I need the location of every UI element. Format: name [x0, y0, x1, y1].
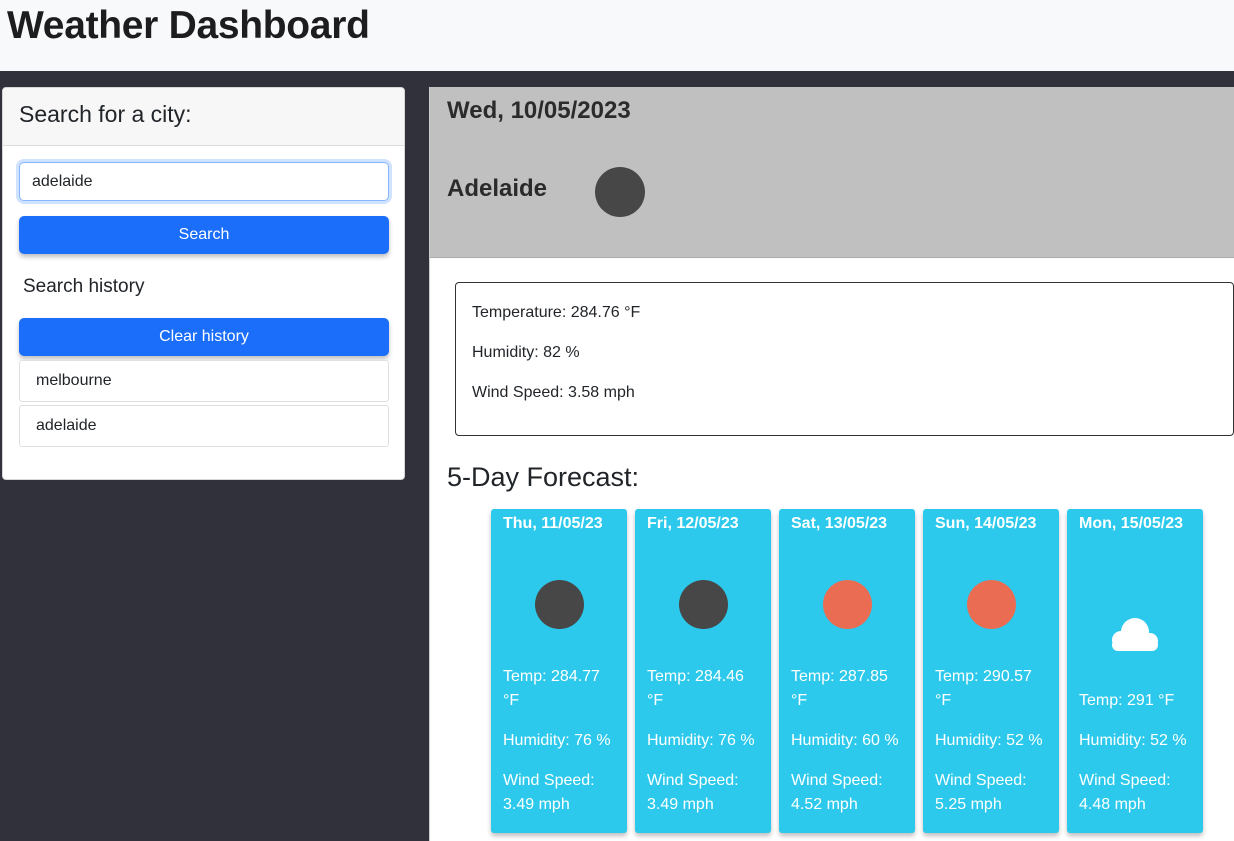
sun-icon: [822, 579, 872, 629]
forecast-humidity: Humidity: 52 %: [1079, 732, 1187, 749]
forecast-date: Sun, 14/05/23: [935, 515, 1037, 532]
forecast-humidity: Humidity: 76 %: [503, 732, 611, 749]
forecast-card: Fri, 12/05/23 Temp: 284.46 °F Humidity: …: [635, 509, 771, 833]
current-city-name: Adelaide: [447, 175, 548, 202]
history-item-adelaide[interactable]: adelaide: [19, 405, 389, 447]
forecast-humidity: Humidity: 60 %: [791, 732, 899, 749]
search-panel: Search for a city: Search Search history…: [2, 87, 405, 480]
forecast-temp: Temp: 291 °F: [1079, 692, 1175, 709]
search-history-list: melbourne adelaide: [19, 360, 389, 450]
search-panel-header: Search for a city:: [3, 88, 404, 146]
forecast-card: Sat, 13/05/23 Temp: 287.85 °F Humidity: …: [779, 509, 915, 833]
search-history-heading: Search history: [23, 276, 145, 297]
forecast-card: Sun, 14/05/23 Temp: 290.57 °F Humidity: …: [923, 509, 1059, 833]
forecast-card: Mon, 15/05/23 Temp: 291 °F Humidity: 52 …: [1067, 509, 1203, 833]
current-temperature: Temperature: 284.76 °F: [472, 304, 641, 321]
forecast-wind: Wind Speed: 3.49 mph: [503, 772, 595, 813]
city-search-input[interactable]: [19, 162, 389, 201]
forecast-temp: Temp: 284.46 °F: [647, 668, 744, 709]
current-details: Temperature: 284.76 °F Humidity: 82 % Wi…: [455, 282, 1234, 436]
dark-circle-icon: [595, 167, 645, 217]
forecast-date: Thu, 11/05/23: [503, 515, 603, 532]
search-button[interactable]: Search: [19, 216, 389, 254]
forecast-temp: Temp: 290.57 °F: [935, 668, 1032, 709]
forecast-wind: Wind Speed: 5.25 mph: [935, 772, 1027, 813]
forecast-temp: Temp: 284.77 °F: [503, 668, 600, 709]
weather-main-panel: Wed, 10/05/2023 Adelaide Temperature: 28…: [429, 87, 1234, 841]
forecast-date: Sat, 13/05/23: [791, 515, 888, 532]
forecast-card: Thu, 11/05/23 Temp: 284.77 °F Humidity: …: [491, 509, 627, 833]
cloud-icon: [1112, 618, 1158, 651]
history-item-melbourne[interactable]: melbourne: [19, 360, 389, 402]
clear-history-button[interactable]: Clear history: [19, 318, 389, 356]
current-humidity: Humidity: 82 %: [472, 344, 580, 361]
forecast-temp: Temp: 287.85 °F: [791, 668, 888, 709]
forecast-humidity: Humidity: 52 %: [935, 732, 1043, 749]
current-wind-speed: Wind Speed: 3.58 mph: [472, 384, 635, 401]
dark-circle-icon: [534, 579, 584, 629]
forecast-wind: Wind Speed: 4.48 mph: [1079, 772, 1171, 813]
current-date: Wed, 10/05/2023: [447, 97, 631, 124]
forecast-humidity: Humidity: 76 %: [647, 732, 755, 749]
forecast-wind: Wind Speed: 3.49 mph: [647, 772, 739, 813]
sun-icon: [966, 579, 1016, 629]
current-weather-header: Wed, 10/05/2023 Adelaide: [430, 87, 1234, 258]
forecast-title: 5-Day Forecast:: [447, 462, 640, 492]
dark-circle-icon: [678, 579, 728, 629]
app-title: Weather Dashboard: [7, 4, 370, 47]
forecast-wind: Wind Speed: 4.52 mph: [791, 772, 883, 813]
forecast-date: Fri, 12/05/23: [647, 515, 739, 532]
forecast-date: Mon, 15/05/23: [1079, 515, 1184, 532]
top-header: Weather Dashboard: [0, 0, 1234, 71]
forecast-row: Thu, 11/05/23 Temp: 284.77 °F Humidity: …: [491, 509, 1203, 833]
